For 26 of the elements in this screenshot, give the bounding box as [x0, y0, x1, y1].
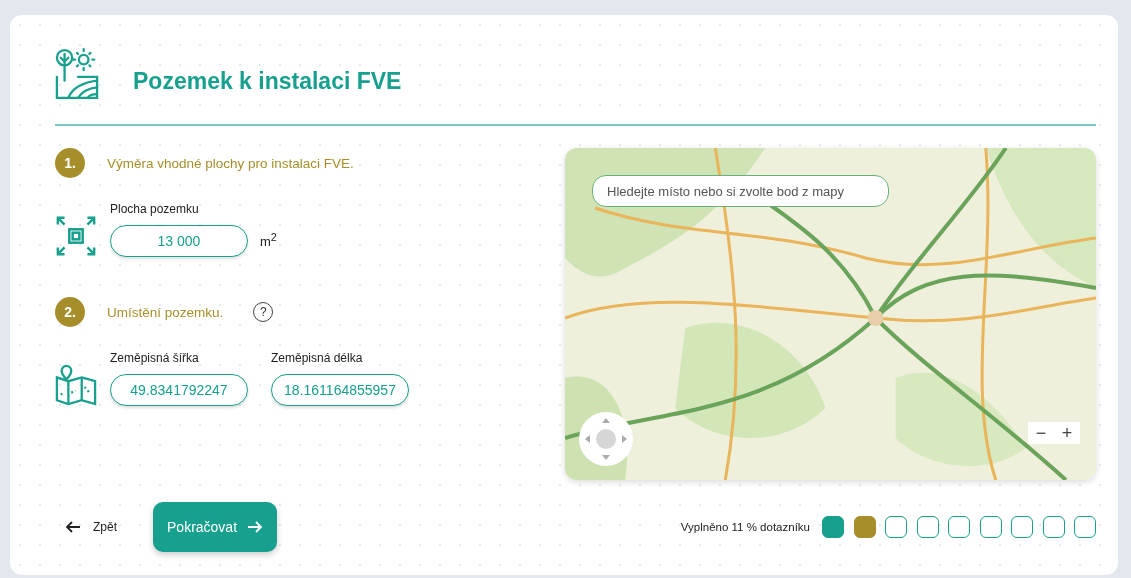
arrow-left-icon: [65, 521, 81, 533]
field-sun-tree-icon: [55, 46, 99, 100]
field-label: Zeměpisná délka: [271, 351, 364, 365]
progress-step: [916, 516, 939, 538]
field-label: Zeměpisná šířka: [110, 351, 200, 365]
field-label: Plocha pozemku: [110, 202, 200, 216]
arrow-right-icon: [247, 521, 264, 533]
progress-step: [822, 516, 844, 538]
progress-text: Vyplněno 11 % dotazníku: [680, 521, 810, 533]
step-title: Umístění pozemku.: [107, 304, 224, 320]
progress-step: [885, 516, 907, 538]
progress-step: [979, 516, 1002, 538]
progress-step: [1042, 516, 1065, 538]
step-number: 2.: [55, 297, 85, 327]
progress-step: [1011, 516, 1033, 538]
search-field[interactable]: Hledejte místo nebo si zvolte bod z mapy: [592, 175, 889, 207]
map-pin-icon: [55, 364, 97, 406]
page-title: Pozemek k instalaci FVE: [133, 66, 402, 95]
step-number: 1.: [55, 148, 85, 178]
step-title: Výměra vhodné plochy pro instalaci FVE.: [107, 155, 354, 171]
progress-step: [948, 516, 970, 538]
unit-label: m$^{2}$: [260, 231, 277, 250]
back-link[interactable]: Zpět: [65, 520, 117, 534]
progress-step: [1074, 516, 1096, 538]
progress-step: [853, 516, 876, 538]
expand-square-icon: [55, 215, 97, 257]
